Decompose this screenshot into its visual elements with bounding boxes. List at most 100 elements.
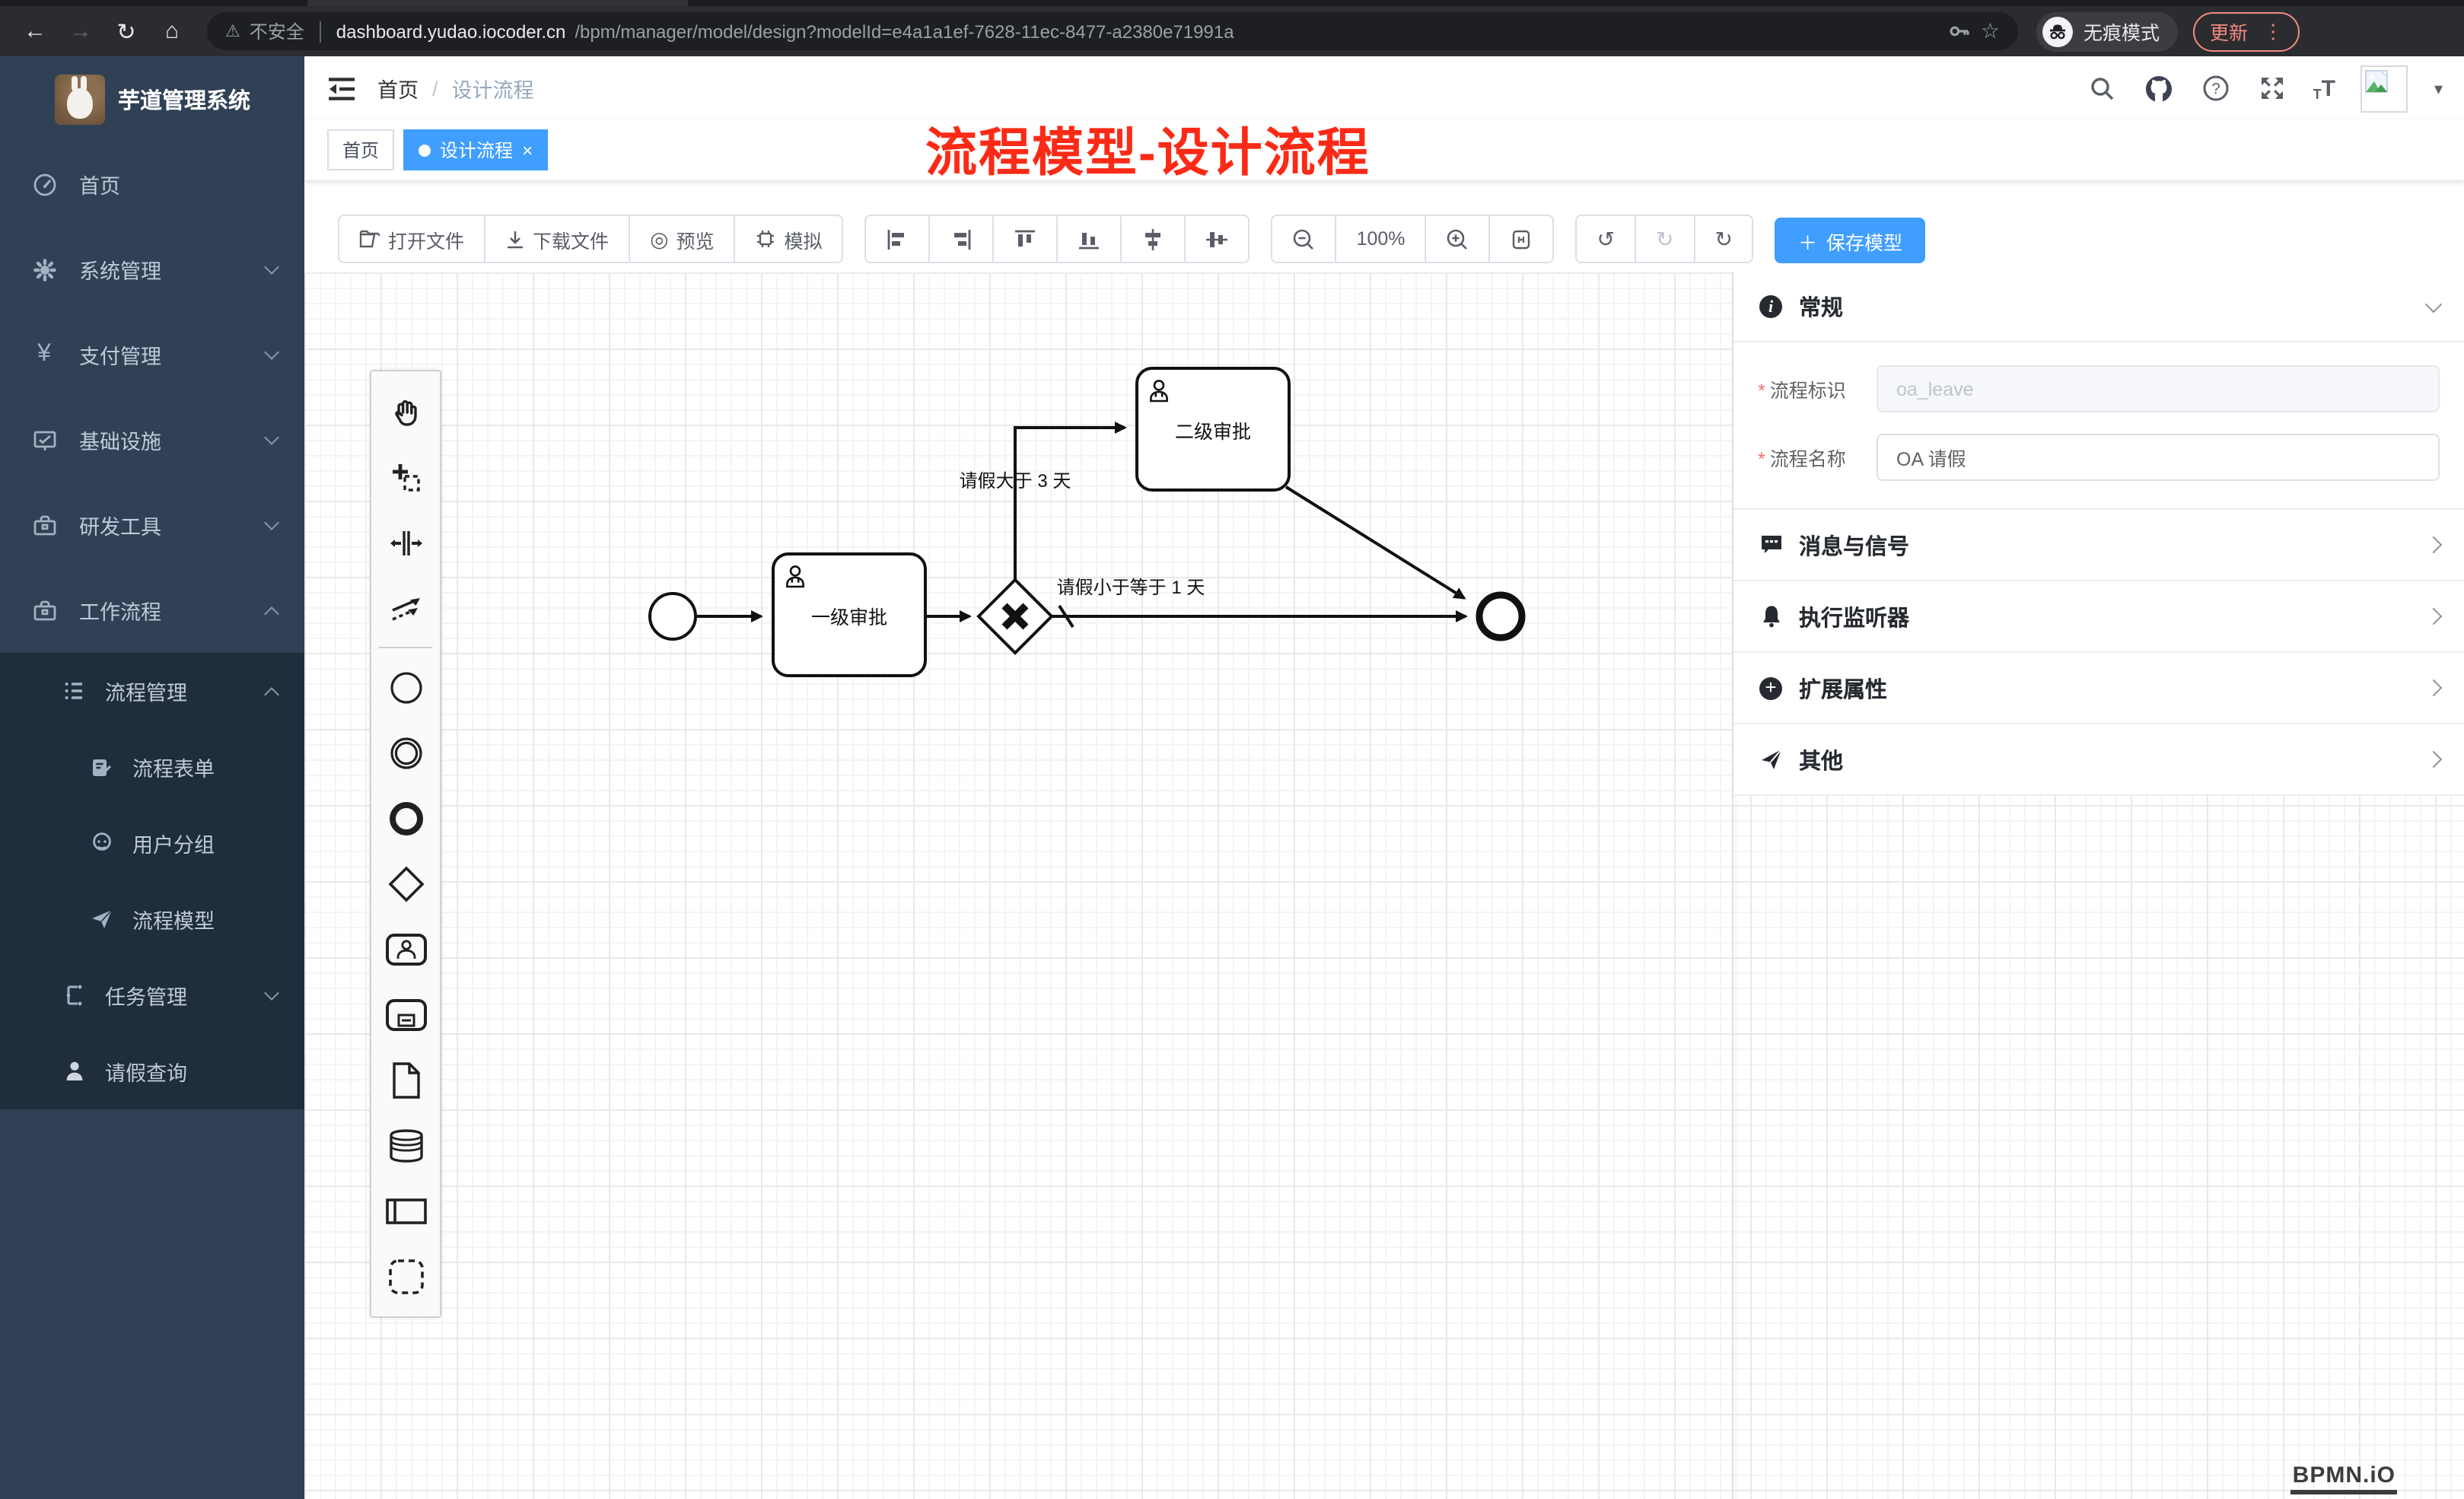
forward-icon[interactable]: →	[61, 11, 100, 51]
browser-tab-strip	[0, 0, 2464, 6]
sidebar-item-system[interactable]: 系统管理	[0, 227, 304, 312]
app-logo-image	[54, 74, 104, 124]
download-file-button[interactable]: 下载文件	[484, 216, 629, 262]
end-event[interactable]	[1479, 595, 1522, 638]
sidebar-item-task-management[interactable]: 任务管理	[0, 957, 304, 1033]
simulate-button[interactable]: 模拟	[734, 216, 842, 262]
breadcrumb: 首页 / 设计流程	[377, 73, 534, 103]
update-label[interactable]: 更新	[2210, 17, 2248, 46]
align-right-icon[interactable]	[929, 216, 993, 262]
sidebar-item-home[interactable]: 首页	[0, 142, 304, 227]
section-message-signal[interactable]: 消息与信号	[1733, 510, 2464, 581]
flow-task2-to-end[interactable]	[1286, 487, 1464, 598]
sidebar-item-leave-query[interactable]: 请假查询	[0, 1033, 304, 1109]
warning-icon: ⚠	[225, 21, 240, 41]
section-title: 扩展属性	[1799, 672, 1887, 704]
section-title: 其他	[1799, 743, 1843, 775]
preview-button[interactable]: ◎ 预览	[629, 216, 734, 262]
zoom-level: 100%	[1335, 216, 1425, 262]
zoom-reset-icon[interactable]	[1489, 216, 1553, 262]
bookmark-star-icon[interactable]: ☆	[1981, 18, 2000, 44]
process-name-input[interactable]	[1877, 434, 2440, 481]
search-icon[interactable]	[2088, 73, 2119, 103]
breadcrumb-current: 设计流程	[452, 73, 534, 103]
restart-icon[interactable]: ↻	[1693, 216, 1752, 262]
github-icon[interactable]	[2144, 73, 2175, 103]
plus-icon: ＋	[1798, 226, 1817, 255]
tab-design-process[interactable]: 设计流程 ×	[403, 129, 548, 170]
align-left-icon[interactable]	[867, 216, 929, 262]
update-button[interactable]: 更新 ⋮	[2193, 11, 2300, 51]
help-icon[interactable]: ?	[2201, 73, 2231, 103]
sidebar-item-workflow[interactable]: 工作流程	[0, 568, 304, 653]
align-center-horizontal-icon[interactable]	[1121, 216, 1185, 262]
open-file-button[interactable]: 打开文件	[339, 216, 484, 262]
download-icon	[505, 229, 525, 249]
section-general-header[interactable]: i 常规	[1733, 272, 2464, 342]
required-asterisk: *	[1758, 449, 1765, 470]
sidebar-item-label: 系统管理	[79, 254, 161, 285]
chevron-down-icon	[264, 985, 279, 1001]
reload-icon[interactable]: ↻	[107, 11, 146, 51]
zoom-in-icon[interactable]	[1425, 216, 1489, 262]
sidebar-item-payment[interactable]: ¥ 支付管理	[0, 312, 304, 397]
chevron-up-icon	[264, 686, 279, 702]
sidebar-item-label: 工作流程	[79, 595, 161, 625]
undo-icon[interactable]: ↺	[1577, 216, 1635, 262]
sidebar-item-process-model[interactable]: 流程模型	[0, 881, 304, 957]
app-logo-row: 芋道管理系统	[0, 56, 304, 142]
properties-panel: i 常规 *流程标识 *流程名称	[1732, 272, 2464, 1499]
sidebar-item-user-group[interactable]: 用户分组	[0, 805, 304, 881]
tab-home[interactable]: 首页	[327, 129, 394, 170]
edge-label-gt3: 请假大于 3 天	[922, 467, 1108, 493]
process-name-label: *流程名称	[1758, 443, 1877, 472]
sidebar-item-devtools[interactable]: 研发工具	[0, 482, 304, 568]
sidebar-item-infrastructure[interactable]: 基础设施	[0, 397, 304, 482]
sidebar-item-label: 流程管理	[105, 676, 187, 706]
section-other[interactable]: 其他	[1733, 724, 2464, 796]
chevron-down-icon	[264, 259, 279, 275]
collapse-sidebar-icon[interactable]	[326, 73, 356, 103]
back-icon[interactable]: ←	[15, 11, 55, 51]
avatar[interactable]	[2361, 65, 2408, 112]
address-bar[interactable]: ⚠ 不安全 dashboard.yudao.iocoder.cn/bpm/man…	[207, 12, 2018, 50]
align-center-vertical-icon[interactable]	[1185, 216, 1249, 262]
process-key-input[interactable]	[1877, 365, 2440, 412]
sidebar-item-label: 流程表单	[132, 752, 215, 782]
font-size-icon[interactable]: TT	[2313, 75, 2335, 101]
sidebar-item-label: 请假查询	[105, 1056, 187, 1087]
user-group-icon	[88, 830, 114, 856]
sidebar-item-label: 任务管理	[105, 980, 187, 1010]
password-key-icon[interactable]	[1949, 20, 1972, 43]
chip-icon	[756, 228, 777, 250]
home-icon[interactable]: ⌂	[152, 11, 192, 51]
align-top-icon[interactable]	[993, 216, 1057, 262]
paper-plane-icon	[88, 906, 114, 932]
tab-label: 首页	[342, 137, 379, 163]
sidebar-item-process-form[interactable]: 流程表单	[0, 729, 304, 805]
zoom-out-icon[interactable]	[1273, 216, 1335, 262]
sidebar-item-label: 首页	[79, 169, 120, 199]
sidebar-menu: 首页 系统管理 ¥ 支付管理	[0, 142, 304, 1499]
caret-down-icon[interactable]: ▾	[2434, 78, 2443, 98]
align-bottom-icon[interactable]	[1057, 216, 1121, 262]
redo-icon[interactable]: ↻	[1635, 216, 1693, 262]
security-label[interactable]: 不安全	[250, 18, 304, 44]
section-extended-attributes[interactable]: + 扩展属性	[1733, 653, 2464, 724]
save-model-button[interactable]: ＋ 保存模型	[1775, 218, 1925, 263]
section-execution-listener[interactable]: 执行监听器	[1733, 581, 2464, 653]
flow-icon	[61, 982, 87, 1008]
start-event[interactable]	[650, 594, 696, 639]
toolbox-icon	[30, 511, 58, 539]
sidebar: 芋道管理系统 首页 系统管理 ¥ 支付管	[0, 56, 304, 1499]
breadcrumb-home[interactable]: 首页	[377, 73, 419, 103]
bpmn-canvas[interactable]: 一级审批 二级审批 请假大于 3 天 请假小于等于 1 天 BPMN.iO i …	[304, 272, 2464, 1499]
close-icon[interactable]: ×	[522, 139, 533, 161]
fullscreen-icon[interactable]	[2257, 73, 2287, 103]
tab-label: 设计流程	[440, 137, 513, 163]
browser-menu-icon[interactable]: ⋮	[2263, 19, 2283, 43]
flow-gateway-to-task2[interactable]	[1015, 428, 1125, 580]
process-key-label: *流程标识	[1758, 374, 1877, 403]
sidebar-item-label: 流程模型	[132, 904, 215, 934]
sidebar-item-process-management[interactable]: 流程管理	[0, 653, 304, 729]
